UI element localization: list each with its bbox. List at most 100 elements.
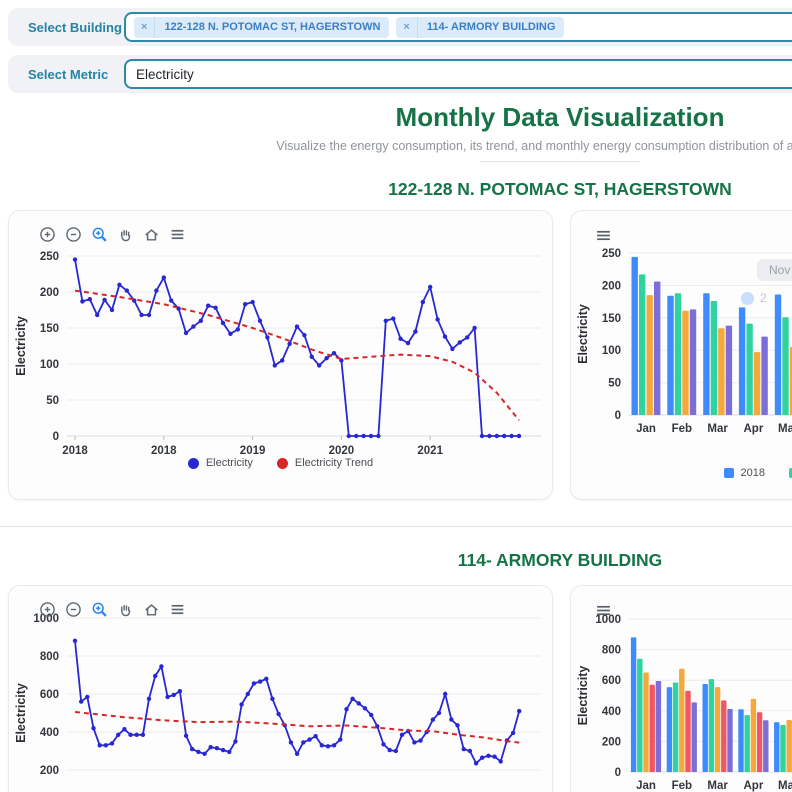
bar[interactable]: [690, 309, 696, 415]
data-point[interactable]: [169, 298, 173, 302]
data-point[interactable]: [221, 748, 225, 752]
data-point[interactable]: [474, 761, 478, 765]
data-point[interactable]: [147, 313, 151, 317]
data-point[interactable]: [347, 434, 351, 438]
data-point[interactable]: [509, 434, 513, 438]
data-point[interactable]: [344, 707, 348, 711]
data-point[interactable]: [437, 711, 441, 715]
data-point[interactable]: [480, 434, 484, 438]
data-point[interactable]: [88, 297, 92, 301]
data-point[interactable]: [196, 750, 200, 754]
menu-icon[interactable]: [169, 601, 186, 618]
data-point[interactable]: [394, 749, 398, 753]
data-point[interactable]: [202, 752, 206, 756]
data-point[interactable]: [307, 737, 311, 741]
data-point[interactable]: [139, 313, 143, 317]
data-point[interactable]: [165, 695, 169, 699]
data-point[interactable]: [462, 747, 466, 751]
data-point[interactable]: [276, 712, 280, 716]
bar[interactable]: [775, 295, 781, 416]
data-point[interactable]: [332, 743, 336, 747]
data-point[interactable]: [449, 717, 453, 721]
data-point[interactable]: [85, 695, 89, 699]
legend-item[interactable]: Electricity: [188, 457, 253, 469]
bar[interactable]: [675, 293, 681, 415]
data-point[interactable]: [264, 677, 268, 681]
bar[interactable]: [643, 673, 648, 773]
bar[interactable]: [726, 326, 732, 415]
data-point[interactable]: [495, 434, 499, 438]
bar[interactable]: [774, 722, 779, 772]
data-point[interactable]: [243, 302, 247, 306]
bar[interactable]: [647, 295, 653, 415]
data-point[interactable]: [246, 692, 250, 696]
bar[interactable]: [667, 296, 673, 415]
data-point[interactable]: [159, 664, 163, 668]
data-point[interactable]: [135, 733, 139, 737]
bar[interactable]: [673, 683, 678, 773]
home-icon[interactable]: [143, 226, 160, 243]
bar[interactable]: [637, 659, 642, 772]
bar[interactable]: [727, 709, 732, 772]
bar[interactable]: [703, 684, 708, 772]
data-point[interactable]: [354, 434, 358, 438]
data-point[interactable]: [313, 734, 317, 738]
data-point[interactable]: [117, 283, 121, 287]
data-point[interactable]: [502, 434, 506, 438]
data-point[interactable]: [310, 355, 314, 359]
data-point[interactable]: [128, 733, 132, 737]
data-point[interactable]: [376, 434, 380, 438]
data-point[interactable]: [221, 321, 225, 325]
remove-building-icon[interactable]: ×: [134, 17, 155, 38]
building-multiselect[interactable]: × 122-128 N. POTOMAC ST, HAGERSTOWN × 11…: [124, 12, 792, 42]
data-point[interactable]: [388, 748, 392, 752]
data-point[interactable]: [517, 709, 521, 713]
data-point[interactable]: [287, 342, 291, 346]
data-point[interactable]: [391, 316, 395, 320]
data-point[interactable]: [206, 304, 210, 308]
bar[interactable]: [654, 282, 660, 416]
data-point[interactable]: [258, 679, 262, 683]
data-point[interactable]: [511, 731, 515, 735]
home-icon[interactable]: [143, 601, 160, 618]
bar[interactable]: [703, 293, 709, 415]
bar[interactable]: [746, 324, 752, 415]
data-point[interactable]: [265, 335, 269, 339]
data-point[interactable]: [73, 257, 77, 261]
bar[interactable]: [738, 709, 743, 772]
data-point[interactable]: [431, 717, 435, 721]
data-point[interactable]: [435, 317, 439, 321]
menu-icon[interactable]: [595, 602, 612, 619]
data-point[interactable]: [361, 434, 365, 438]
data-point[interactable]: [381, 742, 385, 746]
data-point[interactable]: [154, 288, 158, 292]
data-point[interactable]: [517, 434, 521, 438]
data-point[interactable]: [363, 706, 367, 710]
bar[interactable]: [685, 691, 690, 772]
data-point[interactable]: [487, 434, 491, 438]
data-point[interactable]: [110, 308, 114, 312]
data-point[interactable]: [270, 697, 274, 701]
bar[interactable]: [745, 715, 750, 772]
bar[interactable]: [631, 637, 636, 772]
data-point[interactable]: [110, 741, 114, 745]
data-point[interactable]: [468, 749, 472, 753]
data-point[interactable]: [280, 358, 284, 362]
data-point[interactable]: [116, 733, 120, 737]
data-point[interactable]: [141, 733, 145, 737]
bar[interactable]: [763, 720, 768, 772]
data-point[interactable]: [190, 747, 194, 751]
data-point[interactable]: [199, 319, 203, 323]
data-point[interactable]: [209, 745, 213, 749]
data-point[interactable]: [413, 329, 417, 333]
box-zoom-icon[interactable]: [91, 601, 108, 618]
pan-icon[interactable]: [117, 226, 134, 243]
data-point[interactable]: [273, 363, 277, 367]
bar[interactable]: [715, 687, 720, 772]
data-point[interactable]: [80, 299, 84, 303]
data-point[interactable]: [95, 313, 99, 317]
data-point[interactable]: [492, 755, 496, 759]
data-point[interactable]: [350, 697, 354, 701]
data-point[interactable]: [184, 734, 188, 738]
data-point[interactable]: [215, 746, 219, 750]
